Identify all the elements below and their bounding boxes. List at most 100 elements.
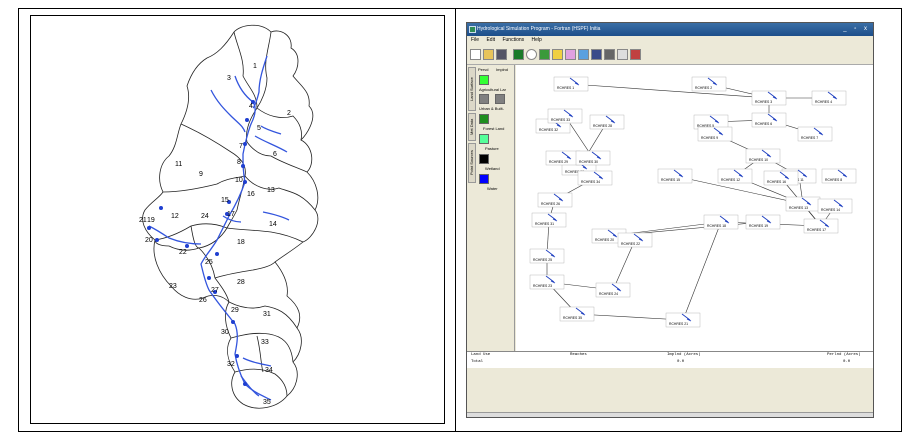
folder-edit-icon[interactable]: [552, 49, 563, 60]
legend-label-wetland: Wetland: [485, 166, 500, 171]
summary-col-perlnd[interactable]: Perlnd (Acres): [827, 353, 861, 357]
new-file-icon[interactable]: [470, 49, 481, 60]
reach-label: RCHRES 28: [593, 124, 612, 128]
reach-node-18[interactable]: RCHRES 18: [703, 214, 739, 230]
subcatchment-label-32: 32: [227, 361, 235, 368]
reach-node-16[interactable]: RCHRES 16: [763, 170, 799, 186]
reach-node-15[interactable]: RCHRES 15: [657, 168, 693, 184]
reach-label: RCHRES 21: [669, 322, 688, 326]
report-icon[interactable]: [630, 49, 641, 60]
reach-node-13[interactable]: RCHRES 13: [785, 196, 821, 212]
reach-node-7[interactable]: RCHRES 7: [797, 126, 833, 142]
reach-label: RCHRES 23: [533, 284, 552, 288]
reach-node-21[interactable]: RCHRES 21: [665, 312, 701, 328]
reach-label: RCHRES 7: [801, 136, 818, 140]
subcatchment-label-28: 28: [237, 279, 245, 286]
reach-node-9[interactable]: RCHRES 9: [697, 126, 733, 142]
legend-label-agricultural: Agricultural Lar: [479, 87, 506, 92]
open-folder-icon[interactable]: [483, 49, 494, 60]
swatch-urban-impervious[interactable]: [495, 94, 505, 104]
land-use-icon[interactable]: [513, 49, 524, 60]
reach-node-14[interactable]: RCHRES 14: [817, 198, 853, 214]
subcatchment-label-19: 19: [147, 217, 155, 224]
reach-label: RCHRES 6: [755, 122, 772, 126]
reach-label: RCHRES 34: [581, 180, 600, 184]
chart-icon[interactable]: [565, 49, 576, 60]
menu-edit[interactable]: Edit: [486, 37, 495, 43]
swatch-forest[interactable]: [479, 114, 489, 124]
summary-area: Land Use Reaches Implnd (Acres) Perlnd (…: [467, 351, 873, 417]
menu-bar: File Edit Functions Help: [467, 36, 873, 45]
save-icon[interactable]: [496, 49, 507, 60]
tab-land-surface[interactable]: Land Surface: [468, 67, 476, 111]
reach-label: RCHRES 17: [807, 228, 826, 232]
reach-label: RCHRES 18: [707, 224, 726, 228]
subcatchment-label-4: 4: [249, 103, 253, 110]
reach-node-6[interactable]: RCHRES 6: [751, 112, 787, 128]
reach-label: RCHRES 13: [789, 206, 808, 210]
reach-node-31[interactable]: RCHRES 31: [531, 212, 567, 228]
reach-node-29[interactable]: RCHRES 29: [545, 150, 581, 166]
menu-help[interactable]: Help: [532, 37, 542, 43]
table-icon[interactable]: [604, 49, 615, 60]
reach-node-24[interactable]: RCHRES 24: [595, 282, 631, 298]
subcatchment-label-18: 18: [237, 239, 245, 246]
swatch-wetland[interactable]: [479, 154, 489, 164]
reach-node-22[interactable]: RCHRES 22: [617, 232, 653, 248]
legend-impervious-header: Implnd: [496, 67, 509, 72]
tab-met-data[interactable]: Met Data: [468, 113, 476, 141]
reach-label: RCHRES 19: [749, 224, 768, 228]
reach-node-26[interactable]: RCHRES 26: [537, 192, 573, 208]
subcatchment-label-15: 15: [221, 197, 229, 204]
tab-point-sources[interactable]: Point Sources: [468, 143, 476, 183]
reach-label: RCHRES 1: [557, 86, 574, 90]
map-icon[interactable]: [539, 49, 550, 60]
list-icon[interactable]: [617, 49, 628, 60]
swatch-water[interactable]: [479, 174, 489, 184]
subcatchment-label-17: 17: [227, 211, 235, 218]
reach-node-19[interactable]: RCHRES 19: [745, 214, 781, 230]
reach-label: RCHRES 4: [815, 100, 832, 104]
summary-col-implnd[interactable]: Implnd (Acres): [667, 353, 701, 357]
reach-node-1[interactable]: RCHRES 1: [553, 76, 589, 92]
window-controls[interactable]: _ ▫ x: [843, 23, 870, 36]
reach-node-17[interactable]: RCHRES 17: [803, 218, 839, 234]
swatch-agricultural[interactable]: [479, 75, 489, 85]
menu-functions[interactable]: Functions: [502, 37, 524, 43]
reach-node-4[interactable]: RCHRES 4: [811, 90, 847, 106]
reach-node-23[interactable]: RCHRES 23: [529, 274, 565, 290]
reach-node-34[interactable]: RCHRES 34: [577, 170, 613, 186]
reach-node-25[interactable]: RCHRES 25: [529, 248, 565, 264]
reach-label: RCHRES 25: [533, 258, 552, 262]
menu-file[interactable]: File: [471, 37, 479, 43]
reach-node-2[interactable]: RCHRES 2: [691, 76, 727, 92]
summary-col-land-use[interactable]: Land Use: [471, 353, 490, 357]
reach-node-3[interactable]: RCHRES 3: [751, 90, 787, 106]
subcatchment-label-1: 1: [253, 63, 257, 70]
swatch-pasture[interactable]: [479, 134, 489, 144]
clock-icon[interactable]: [526, 49, 537, 60]
reach-label: RCHRES 3: [755, 100, 772, 104]
legend-pervious-header: Pervd: [478, 67, 489, 72]
horizontal-scrollbar[interactable]: [467, 412, 873, 417]
reach-node-30[interactable]: RCHRES 30: [575, 150, 611, 166]
reach-node-35[interactable]: RCHRES 35: [559, 306, 595, 322]
reach-node-10[interactable]: RCHRES 10: [745, 148, 781, 164]
summary-col-reaches[interactable]: Reaches: [570, 353, 587, 357]
subcatchment-label-11: 11: [175, 161, 182, 168]
swatch-urban-pervious[interactable]: [479, 94, 489, 104]
subcatchment-label-25: 25: [205, 259, 213, 266]
hspf-window: Hydrological Simulation Program - Fortra…: [466, 22, 874, 418]
subcatchment-label-12: 12: [171, 213, 179, 220]
subcatchment-label-35: 35: [263, 399, 271, 406]
summary-perlnd-total: 0.0: [843, 360, 851, 364]
reach-node-12[interactable]: RCHRES 12: [717, 168, 753, 184]
reach-label: RCHRES 31: [535, 222, 554, 226]
reach-node-33[interactable]: RCHRES 33: [547, 108, 583, 124]
reach-node-28[interactable]: RCHRES 28: [589, 114, 625, 130]
output-icon[interactable]: [591, 49, 602, 60]
graph-icon[interactable]: [578, 49, 589, 60]
reach-node-8[interactable]: RCHRES 8: [821, 168, 857, 184]
reach-network-svg: RCHRES 1 RCHRES 2RCHRES 3 RCHRES 4RCHRES 5…: [529, 76, 857, 328]
vertical-tabs: Land Surface Met Data Point Sources: [468, 67, 476, 247]
